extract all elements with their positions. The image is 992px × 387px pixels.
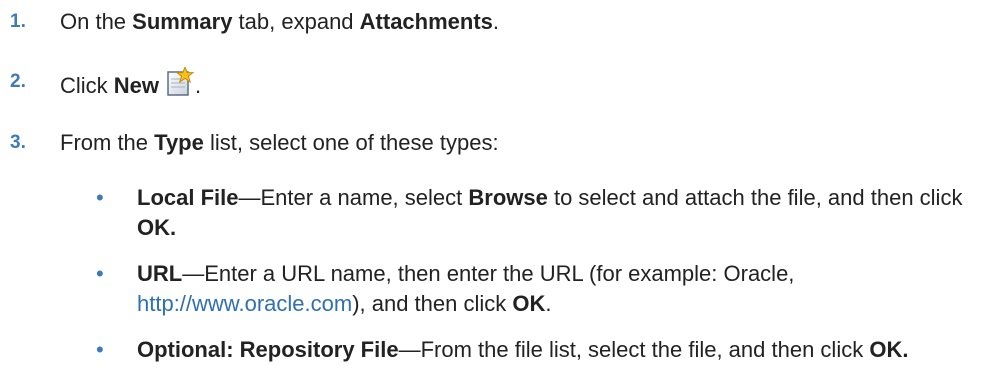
attachments-label: Attachments bbox=[359, 9, 493, 34]
step-text: Click New . bbox=[60, 65, 201, 101]
step-number: 1. bbox=[10, 11, 26, 32]
bullet-text: Optional: Repository File—From the file … bbox=[137, 337, 909, 362]
new-document-icon bbox=[165, 65, 195, 97]
step-number: 3. bbox=[10, 132, 26, 153]
bullet-text: URL—Enter a URL name, then enter the URL… bbox=[137, 261, 795, 316]
bullet-marker: • bbox=[96, 337, 104, 362]
step-number: 2. bbox=[10, 71, 26, 92]
bullet-marker: • bbox=[96, 185, 104, 210]
summary-tab-label: Summary bbox=[132, 9, 233, 34]
bullet-text: Local File—Enter a name, select Browse t… bbox=[137, 185, 963, 240]
new-button-label: New bbox=[113, 73, 160, 98]
bullet-marker: • bbox=[96, 261, 104, 286]
step-text: From the Type list, select one of these … bbox=[60, 130, 499, 155]
oracle-link[interactable]: http://www.oracle.com bbox=[137, 291, 352, 316]
type-list-label: Type bbox=[154, 130, 204, 155]
step-text: On the Summary tab, expand Attachments. bbox=[60, 9, 500, 34]
